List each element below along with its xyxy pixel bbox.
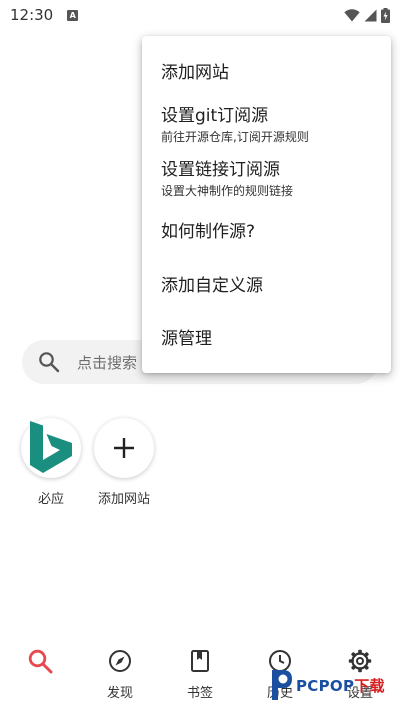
status-left: 12:30 A: [10, 6, 79, 24]
pcpop-logo-icon: [272, 670, 292, 700]
menu-item-link-source[interactable]: 设置链接订阅源 设置大神制作的规则链接: [161, 159, 381, 199]
menu-item-add-custom-source[interactable]: 添加自定义源: [161, 275, 381, 297]
wifi-icon: [344, 8, 360, 21]
watermark: PCPOP下载: [268, 664, 398, 706]
watermark-text: PCPOP下载: [296, 676, 385, 695]
nav-label: 书签: [186, 686, 213, 701]
plus-icon: [114, 438, 134, 458]
shortcut-label: 必应: [37, 492, 64, 507]
shortcut-add-circle[interactable]: [94, 418, 154, 478]
bing-logo-icon: [30, 421, 72, 473]
menu-item-title: 如何制作源?: [161, 222, 256, 242]
search-icon: [38, 351, 60, 373]
nav-item-bookmarks[interactable]: 书签: [168, 648, 232, 701]
nav-label: 发现: [106, 686, 133, 701]
shortcut-bing-circle[interactable]: [21, 418, 81, 478]
menu-item-how-to-make-source[interactable]: 如何制作源?: [161, 221, 381, 243]
menu-item-subtitle: 前往开源仓库,订阅开源规则: [161, 130, 309, 144]
status-bar: 12:30 A: [0, 0, 400, 30]
nav-item-discover[interactable]: 发现: [88, 648, 152, 701]
menu-item-git-source[interactable]: 设置git订阅源 前往开源仓库,订阅开源规则: [161, 105, 381, 145]
bookmark-icon: [189, 648, 211, 674]
battery-charging-icon: [381, 7, 390, 23]
menu-item-title: 设置git订阅源: [161, 106, 269, 126]
status-right: [344, 7, 390, 23]
notification-icon: A: [67, 9, 79, 21]
menu-item-source-management[interactable]: 源管理: [161, 328, 381, 350]
nav-item-search[interactable]: [8, 648, 72, 682]
status-time: 12:30: [10, 6, 54, 24]
menu-item-title: 添加网站: [161, 63, 229, 83]
signal-icon: [364, 9, 377, 21]
menu-item-title: 源管理: [161, 329, 212, 349]
shortcut-bing[interactable]: 必应: [19, 418, 83, 507]
search-placeholder: 点击搜索: [77, 353, 138, 372]
compass-icon: [108, 648, 132, 674]
overflow-menu: 添加网站 设置git订阅源 前往开源仓库,订阅开源规则 设置链接订阅源 设置大神…: [142, 36, 391, 373]
menu-item-title: 添加自定义源: [161, 276, 263, 296]
menu-item-add-website[interactable]: 添加网站: [161, 62, 381, 84]
shortcut-label: 添加网站: [97, 492, 150, 507]
shortcut-add-website[interactable]: 添加网站: [92, 418, 156, 507]
menu-item-title: 设置链接订阅源: [161, 160, 280, 180]
search-icon: [27, 648, 53, 674]
menu-item-subtitle: 设置大神制作的规则链接: [161, 184, 294, 198]
